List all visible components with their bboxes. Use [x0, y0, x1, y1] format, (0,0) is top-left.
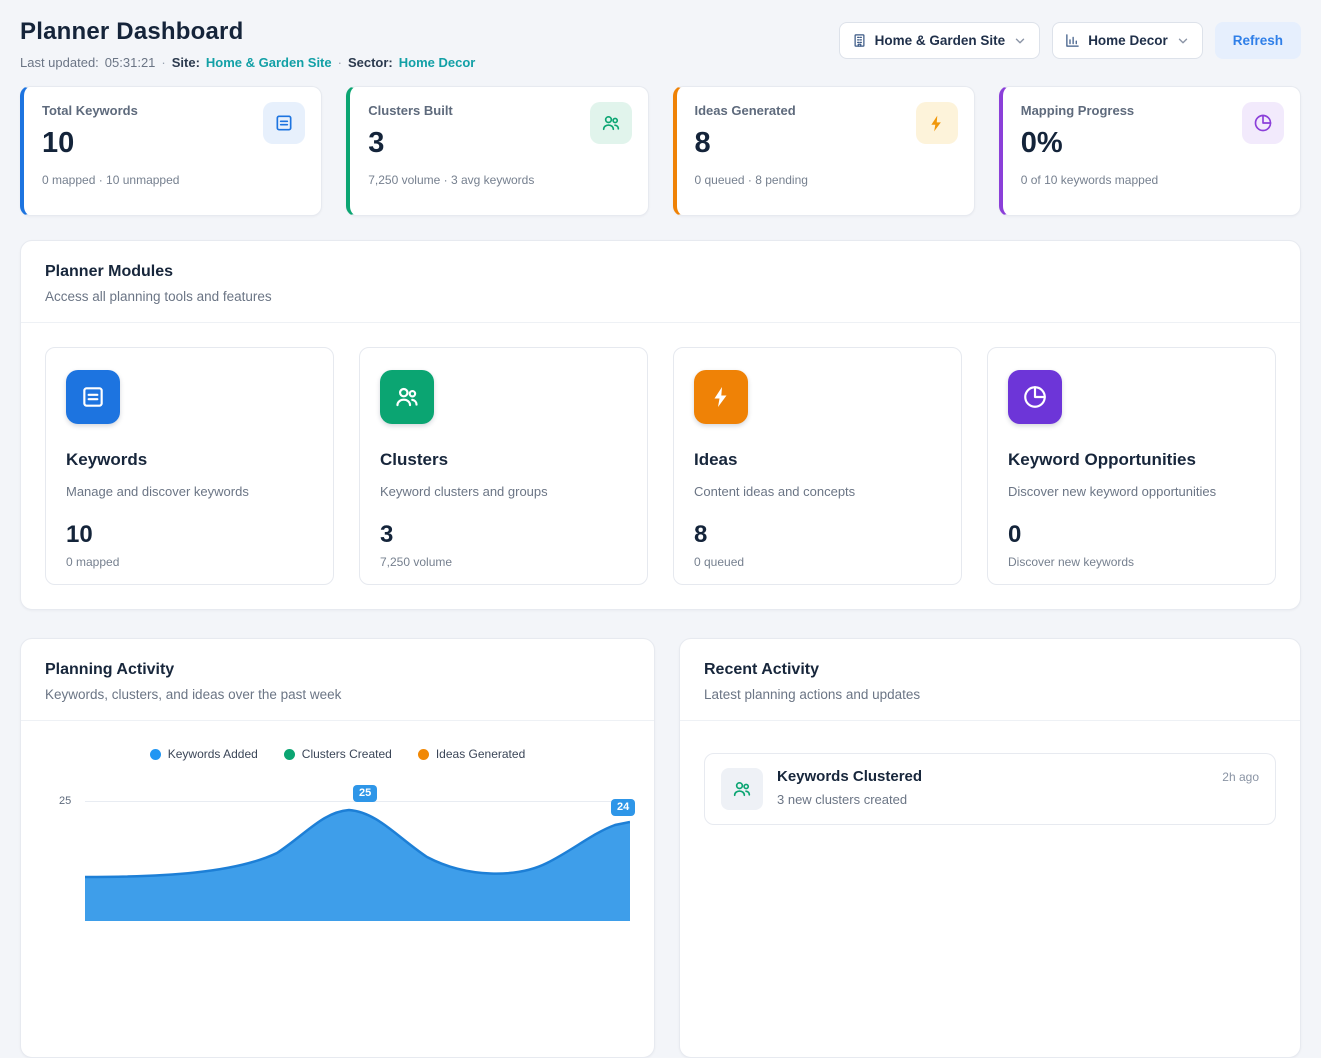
- recent-activity-header: Recent Activity Latest planning actions …: [680, 639, 1300, 721]
- stat-card-total-keywords: Total Keywords 10 0 mapped · 10 unmapped: [20, 86, 322, 216]
- panel-title: Planner Modules: [45, 263, 1276, 281]
- planner-modules-panel: Planner Modules Access all planning tool…: [20, 240, 1301, 610]
- legend-label: Keywords Added: [168, 747, 258, 761]
- module-card-keyword-opportunities[interactable]: Keyword Opportunities Discover new keywo…: [987, 347, 1276, 585]
- last-updated-value: 05:31:21: [105, 55, 156, 70]
- sector-link[interactable]: Home Decor: [399, 55, 476, 70]
- users-icon: [721, 768, 763, 810]
- module-detail: 7,250 volume: [380, 555, 627, 569]
- panel-title: Planning Activity: [45, 661, 630, 679]
- bottom-row: Planning Activity Keywords, clusters, an…: [20, 638, 1301, 1058]
- legend-item-clusters-created[interactable]: Clusters Created: [284, 747, 392, 761]
- module-detail: Discover new keywords: [1008, 555, 1255, 569]
- module-title: Ideas: [694, 450, 941, 470]
- bar-chart-icon: [1065, 33, 1080, 48]
- module-title: Keywords: [66, 450, 313, 470]
- last-updated-label: Last updated:: [20, 55, 99, 70]
- site-selector-value: Home & Garden Site: [875, 33, 1006, 48]
- refresh-button[interactable]: Refresh: [1215, 22, 1301, 59]
- meta-separator: ·: [338, 55, 342, 70]
- module-title: Clusters: [380, 450, 627, 470]
- pie-chart-icon: [1008, 370, 1062, 424]
- panel-subtitle: Latest planning actions and updates: [704, 687, 1276, 702]
- header-meta: Last updated: 05:31:21 · Site: Home & Ga…: [20, 55, 475, 70]
- module-value: 10: [66, 521, 313, 549]
- panel-subtitle: Access all planning tools and features: [45, 289, 1276, 304]
- legend-item-keywords-added[interactable]: Keywords Added: [150, 747, 258, 761]
- activity-timestamp: 2h ago: [1222, 770, 1259, 784]
- sector-label: Sector:: [348, 55, 393, 70]
- activity-description: 3 new clusters created: [777, 792, 1259, 807]
- chevron-down-icon: [1176, 34, 1190, 48]
- document-icon: [66, 370, 120, 424]
- activity-title: Keywords Clustered: [777, 768, 922, 785]
- lightning-icon: [916, 102, 958, 144]
- module-description: Manage and discover keywords: [66, 484, 313, 499]
- module-description: Keyword clusters and groups: [380, 484, 627, 499]
- meta-separator: ·: [161, 55, 165, 70]
- legend-dot-blue: [150, 749, 161, 760]
- module-description: Content ideas and concepts: [694, 484, 941, 499]
- page-header: Planner Dashboard Last updated: 05:31:21…: [20, 18, 1301, 70]
- module-grid: Keywords Manage and discover keywords 10…: [45, 347, 1276, 585]
- recent-activity-body: Keywords Clustered 2h ago 3 new clusters…: [680, 721, 1300, 849]
- chevron-down-icon: [1013, 34, 1027, 48]
- stat-card-clusters-built: Clusters Built 3 7,250 volume · 3 avg ke…: [346, 86, 648, 216]
- activity-item-content: Keywords Clustered 2h ago 3 new clusters…: [777, 768, 1259, 807]
- stat-detail: 0 queued · 8 pending: [695, 173, 956, 187]
- planning-activity-panel: Planning Activity Keywords, clusters, an…: [20, 638, 655, 1058]
- header-controls: Home & Garden Site Home Decor Refresh: [839, 22, 1301, 59]
- users-icon: [380, 370, 434, 424]
- panel-title: Recent Activity: [704, 661, 1276, 679]
- module-card-clusters[interactable]: Clusters Keyword clusters and groups 3 7…: [359, 347, 648, 585]
- recent-activity-panel: Recent Activity Latest planning actions …: [679, 638, 1301, 1058]
- legend-item-ideas-generated[interactable]: Ideas Generated: [418, 747, 525, 761]
- chart-legend: Keywords Added Clusters Created Ideas Ge…: [45, 745, 630, 761]
- activity-area-chart: 25 25 24: [45, 781, 630, 921]
- activity-item-keywords-clustered[interactable]: Keywords Clustered 2h ago 3 new clusters…: [704, 753, 1276, 825]
- data-point-label: 25: [353, 785, 377, 802]
- planner-dashboard-page: Planner Dashboard Last updated: 05:31:21…: [0, 0, 1321, 1058]
- planning-activity-header: Planning Activity Keywords, clusters, an…: [21, 639, 654, 721]
- stat-card-ideas-generated: Ideas Generated 8 0 queued · 8 pending: [673, 86, 975, 216]
- site-link[interactable]: Home & Garden Site: [206, 55, 332, 70]
- legend-dot-green: [284, 749, 295, 760]
- document-icon: [263, 102, 305, 144]
- sector-selector-value: Home Decor: [1088, 33, 1168, 48]
- sector-selector-dropdown[interactable]: Home Decor: [1052, 22, 1203, 59]
- module-detail: 0 mapped: [66, 555, 313, 569]
- planner-modules-header: Planner Modules Access all planning tool…: [21, 241, 1300, 323]
- module-value: 0: [1008, 521, 1255, 549]
- stat-detail: 0 of 10 keywords mapped: [1021, 173, 1282, 187]
- module-card-ideas[interactable]: Ideas Content ideas and concepts 8 0 que…: [673, 347, 962, 585]
- lightning-icon: [694, 370, 748, 424]
- data-point-label: 24: [611, 799, 635, 816]
- pie-chart-icon: [1242, 102, 1284, 144]
- planner-modules-body: Keywords Manage and discover keywords 10…: [21, 323, 1300, 609]
- module-value: 8: [694, 521, 941, 549]
- legend-dot-orange: [418, 749, 429, 760]
- building-icon: [852, 33, 867, 48]
- stat-cards-row: Total Keywords 10 0 mapped · 10 unmapped…: [20, 86, 1301, 216]
- users-icon: [590, 102, 632, 144]
- y-axis-tick: 25: [59, 795, 71, 807]
- module-value: 3: [380, 521, 627, 549]
- header-left: Planner Dashboard Last updated: 05:31:21…: [20, 18, 475, 70]
- stat-detail: 0 mapped · 10 unmapped: [42, 173, 303, 187]
- site-selector-dropdown[interactable]: Home & Garden Site: [839, 22, 1041, 59]
- module-card-keywords[interactable]: Keywords Manage and discover keywords 10…: [45, 347, 334, 585]
- legend-label: Clusters Created: [302, 747, 392, 761]
- legend-label: Ideas Generated: [436, 747, 525, 761]
- page-title: Planner Dashboard: [20, 18, 475, 46]
- panel-subtitle: Keywords, clusters, and ideas over the p…: [45, 687, 630, 702]
- planning-activity-body: Keywords Added Clusters Created Ideas Ge…: [21, 721, 654, 945]
- module-detail: 0 queued: [694, 555, 941, 569]
- site-label: Site:: [172, 55, 200, 70]
- module-description: Discover new keyword opportunities: [1008, 484, 1255, 499]
- stat-card-mapping-progress: Mapping Progress 0% 0 of 10 keywords map…: [999, 86, 1301, 216]
- module-title: Keyword Opportunities: [1008, 450, 1255, 470]
- stat-detail: 7,250 volume · 3 avg keywords: [368, 173, 629, 187]
